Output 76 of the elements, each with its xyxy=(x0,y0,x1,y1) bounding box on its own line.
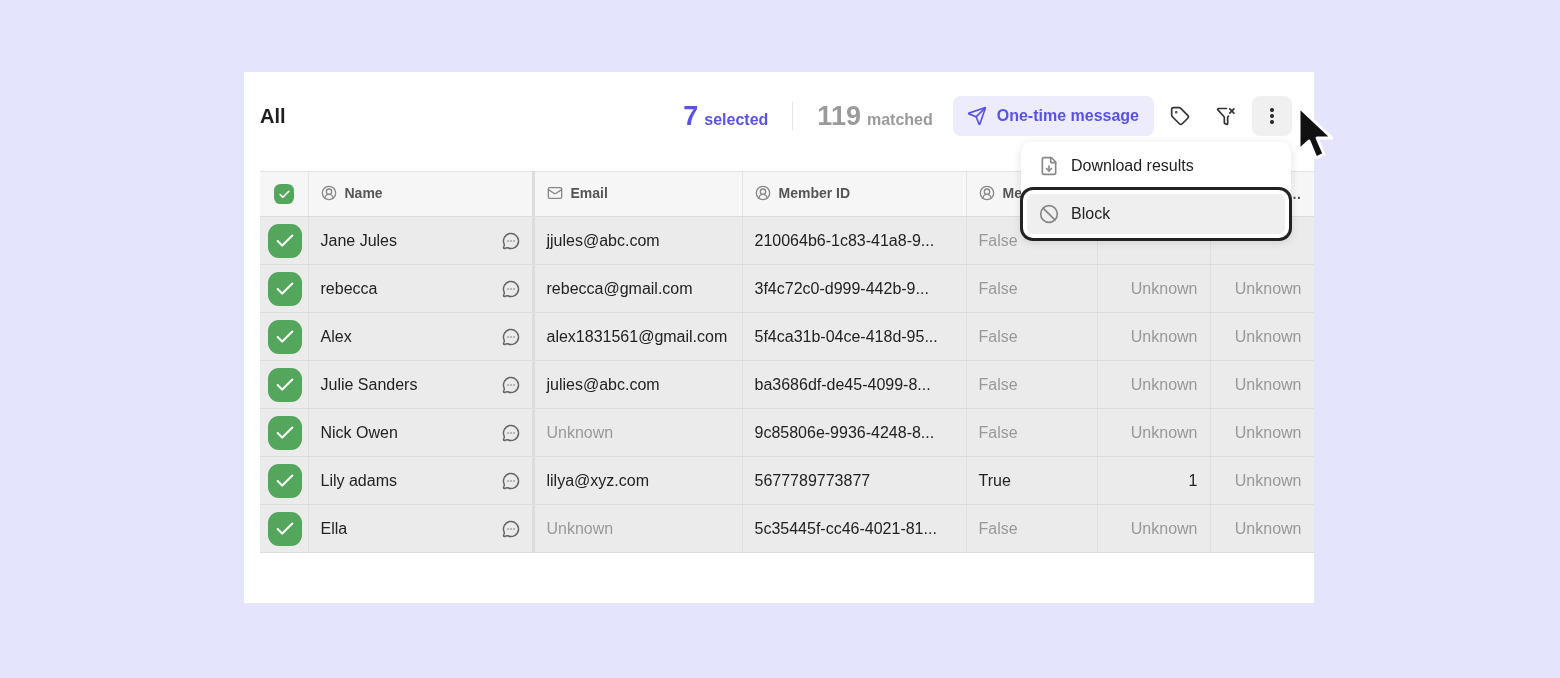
table-cell-text: Unknown xyxy=(1130,327,1198,345)
table-cell-text: 1 xyxy=(1188,471,1198,489)
send-icon xyxy=(966,106,987,126)
table-cell-text: False xyxy=(978,519,1018,537)
table-cell-text: False xyxy=(978,375,1018,393)
table-cell-text: 210064b6-1c83-41a8-9... xyxy=(754,231,935,249)
column-header[interactable]: Email xyxy=(546,184,608,201)
select-all-checkbox[interactable] xyxy=(274,184,294,204)
table-cell-text: Unknown xyxy=(1130,375,1198,393)
column-header[interactable]: Name xyxy=(320,184,383,201)
name-text: Julie Sanders xyxy=(320,375,418,394)
person-icon xyxy=(320,184,337,201)
chat-icon[interactable] xyxy=(501,327,520,346)
table-cell-text: Unknown xyxy=(1130,519,1198,537)
table-cell-text: False xyxy=(978,231,1018,249)
view-title: All xyxy=(260,104,287,128)
name-text: Ella xyxy=(320,519,348,538)
chat-icon[interactable] xyxy=(501,375,520,394)
row-checkbox[interactable] xyxy=(268,511,302,546)
table-cell-text: Unknown xyxy=(1130,279,1198,297)
table-cell-text: lilya@xyz.com xyxy=(546,471,649,489)
selected-label: selected xyxy=(704,110,769,129)
row-checkbox[interactable] xyxy=(268,271,302,306)
menu-item[interactable]: Download results xyxy=(1021,146,1291,186)
table-cell-text: Unknown xyxy=(1234,423,1302,441)
chat-icon[interactable] xyxy=(501,519,520,538)
name-text: Nick Owen xyxy=(320,423,398,442)
more-icon xyxy=(1270,108,1274,124)
row-checkbox[interactable] xyxy=(268,223,302,258)
table-cell-text: Unknown xyxy=(1234,519,1302,537)
column-header[interactable]: Me xyxy=(978,184,1022,201)
table-cell-text: 5f4ca31b-04ce-418d-95... xyxy=(754,327,938,345)
table-cell-text: 5677789773877 xyxy=(754,471,871,489)
table-cell-text: julies@abc.com xyxy=(546,375,660,393)
check-icon xyxy=(277,187,291,201)
name-text: rebecca xyxy=(320,279,378,298)
row-checkbox[interactable] xyxy=(268,367,302,402)
table-cell-text: Unknown xyxy=(1234,471,1302,489)
name-text: Jane Jules xyxy=(320,231,397,250)
table-cell-text: True xyxy=(978,471,1011,489)
one-time-message-button[interactable]: One-time message xyxy=(952,96,1154,136)
column-header[interactable]: Member ID xyxy=(754,184,851,201)
table-cell-text: 3f4c72c0-d999-442b-9... xyxy=(754,279,929,297)
person-icon xyxy=(754,184,771,201)
more-menu-button[interactable] xyxy=(1252,96,1292,136)
chat-icon[interactable] xyxy=(501,279,520,298)
table-cell-text: alex1831561@gmail.com xyxy=(546,327,728,345)
table-cell-text: False xyxy=(978,279,1018,297)
mail-icon xyxy=(546,184,563,201)
table-cell-text: Unknown xyxy=(1234,375,1302,393)
table-cell-text: ba3686df-de45-4099-8... xyxy=(754,375,931,393)
table-cell-text: Unknown xyxy=(546,423,614,441)
table-cell-text: Unknown xyxy=(1130,423,1198,441)
table-cell-text: False xyxy=(978,327,1018,345)
selected-count: 7 xyxy=(683,100,699,132)
table-cell-text: rebecca@gmail.com xyxy=(546,279,693,297)
matched-label: matched xyxy=(866,110,933,129)
name-text: Lily adams xyxy=(320,471,397,490)
table-cell-text: Unknown xyxy=(546,519,614,537)
chat-icon[interactable] xyxy=(501,471,520,490)
block-icon xyxy=(1039,204,1059,224)
person-icon xyxy=(978,184,995,201)
matched-count: 119 xyxy=(817,100,861,132)
table-cell-text: False xyxy=(978,423,1018,441)
chat-icon[interactable] xyxy=(501,231,520,250)
table-cell-text: Unknown xyxy=(1234,279,1302,297)
chat-icon[interactable] xyxy=(501,423,520,442)
name-text: Alex xyxy=(320,327,352,346)
table-cell-text: Unknown xyxy=(1234,327,1302,345)
file-download-icon xyxy=(1039,156,1059,176)
row-checkbox[interactable] xyxy=(268,319,302,354)
table-cell-text: 5c35445f-cc46-4021-81... xyxy=(754,519,937,537)
table-cell-text: 9c85806e-9936-4248-8... xyxy=(754,423,935,441)
row-checkbox[interactable] xyxy=(268,463,302,498)
table-cell-text: jjules@abc.com xyxy=(546,231,660,249)
row-checkbox[interactable] xyxy=(268,415,302,450)
